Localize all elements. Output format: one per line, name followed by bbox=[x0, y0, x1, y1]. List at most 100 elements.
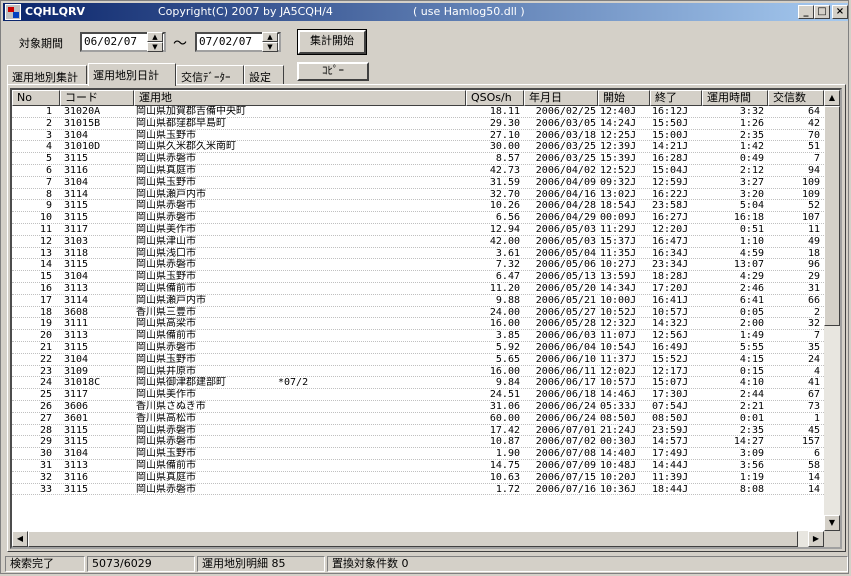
vertical-scroll-thumb[interactable] bbox=[824, 106, 840, 326]
title-bar[interactable]: CQHLQRV Copyright(C) 2007 by JA5CQH/4 ( … bbox=[3, 3, 848, 21]
table-row[interactable]: 32 3116 岡山県真庭市 10.63 2006/07/15 10:20J 11:39J 1… bbox=[12, 472, 824, 484]
table-row[interactable]: 11 3117 岡山県美作市 12.94 2006/05/03 11:29J 12:20J 0… bbox=[12, 224, 824, 236]
column-header-start[interactable]: 開始 bbox=[598, 90, 650, 106]
cell-qsos-per-hour: 12.94 bbox=[489, 223, 520, 235]
scroll-up-icon[interactable]: ▲ bbox=[824, 90, 840, 106]
cell-qso-count: 14 bbox=[807, 471, 820, 483]
table-row[interactable]: 16 3113 岡山県備前市 11.20 2006/05/20 14:34J 17:20J 2… bbox=[12, 283, 824, 295]
close-button[interactable]: × bbox=[832, 5, 848, 19]
column-header-qso-count[interactable]: 交信数 bbox=[768, 90, 824, 106]
tab-daily-by-location[interactable]: 運用地別日計 bbox=[88, 63, 176, 86]
cell-operating-time: 4:59 bbox=[739, 247, 764, 259]
tab-summary-by-location[interactable]: 運用地別集計 bbox=[7, 65, 87, 85]
table-row[interactable]: 10 3115 岡山県赤磐市 6.56 2006/04/29 00:09J 16:27J 16… bbox=[12, 212, 824, 224]
tab-settings[interactable]: 設定 bbox=[244, 65, 284, 85]
cell-operating-time: 2:35 bbox=[739, 129, 764, 141]
column-header-operating-time[interactable]: 運用時間 bbox=[702, 90, 768, 106]
table-row[interactable]: 13 3118 岡山県浅口市 3.61 2006/05/04 11:35J 16:34J 4:… bbox=[12, 248, 824, 260]
table-row[interactable]: 4 31010D 岡山県久米郡久米南町 30.00 2006/03/25 12:39J 14… bbox=[12, 141, 824, 154]
spin-down-icon[interactable]: ▼ bbox=[262, 42, 278, 52]
table-row[interactable]: 17 3114 岡山県瀬戸内市 9.88 2006/05/21 10:00J 16:41J 6… bbox=[12, 295, 824, 307]
scroll-down-icon[interactable]: ▼ bbox=[824, 515, 840, 531]
cell-end: 16:41J bbox=[652, 294, 689, 306]
cell-start: 10:20J bbox=[600, 471, 637, 483]
spin-up-icon[interactable]: ▲ bbox=[262, 32, 278, 42]
cell-end: 16:12J bbox=[652, 106, 689, 117]
table-row[interactable]: 19 3111 岡山県高梁市 16.00 2006/05/28 12:32J 14:32J 2… bbox=[12, 318, 824, 331]
horizontal-scrollbar[interactable]: ◀ ▶ bbox=[12, 531, 824, 547]
cell-operating-time: 3:09 bbox=[739, 448, 764, 460]
cell-date: 2006/06/03 bbox=[535, 330, 596, 342]
cell-no: 25 bbox=[39, 389, 52, 401]
table-row[interactable]: 28 3115 岡山県赤磐市 17.42 2006/07/01 21:24J 23:59J 2… bbox=[12, 425, 824, 437]
cell-no: 23 bbox=[39, 365, 52, 377]
scroll-left-icon[interactable]: ◀ bbox=[12, 531, 28, 547]
minimize-button[interactable]: _ bbox=[798, 5, 814, 19]
table-row[interactable]: 3 3104 岡山県玉野市 27.10 2006/03/18 12:25J 15:00J 2:… bbox=[12, 130, 824, 142]
cell-note bbox=[278, 436, 338, 447]
daily-list[interactable]: No コード 運用地 QSOs/h 年月日 開始 終了 運用時間 交信数 1 31… bbox=[10, 88, 842, 549]
table-row[interactable]: 14 3115 岡山県赤磐市 7.32 2006/05/06 10:27J 23:34J 13… bbox=[12, 259, 824, 272]
scroll-corner bbox=[824, 531, 840, 547]
date-from-spinner[interactable]: ▲ ▼ bbox=[147, 32, 163, 52]
table-row[interactable]: 18 3608 香川県三豊市 24.00 2006/05/27 10:52J 10:57J 0… bbox=[12, 307, 824, 319]
column-header-code[interactable]: コード bbox=[60, 90, 134, 106]
cell-start: 12:39J bbox=[600, 141, 637, 153]
column-header-qsos-per-hour[interactable]: QSOs/h bbox=[466, 90, 524, 106]
cell-code: 3114 bbox=[64, 188, 89, 200]
table-row[interactable]: 23 3109 岡山県井原市 16.00 2006/06/11 12:02J 12:17J 0… bbox=[12, 366, 824, 378]
table-row[interactable]: 26 3606 香川県さぬき市 31.06 2006/06/24 05:33J 07:54J… bbox=[12, 401, 824, 413]
table-row[interactable]: 24 31018C 岡山県御津郡建部町 *07/2 9.84 2006/06/17 10:5… bbox=[12, 377, 824, 390]
column-header-location[interactable]: 運用地 bbox=[134, 90, 466, 106]
table-row[interactable]: 7 3104 岡山県玉野市 31.59 2006/04/09 09:32J 12:59J 3:… bbox=[12, 177, 824, 189]
cell-no: 8 bbox=[45, 188, 52, 200]
table-row[interactable]: 12 3103 岡山県津山市 42.00 2006/05/03 15:37J 16:47J 1… bbox=[12, 236, 824, 248]
table-row[interactable]: 25 3117 岡山県美作市 24.51 2006/06/18 14:46J 17:30J 2… bbox=[12, 389, 824, 401]
cell-date: 2006/04/09 bbox=[535, 176, 596, 188]
table-row[interactable]: 9 3115 岡山県赤磐市 10.26 2006/04/28 18:54J 23:58J 5:… bbox=[12, 200, 824, 213]
table-row[interactable]: 6 3116 岡山県真庭市 42.73 2006/04/02 12:52J 15:04J 2:… bbox=[12, 165, 824, 177]
table-row[interactable]: 1 31020A 岡山県加賀郡吉備中央町 18.11 2006/02/25 12:40J 1… bbox=[12, 106, 824, 118]
cell-date: 2006/07/02 bbox=[535, 436, 596, 448]
cell-note bbox=[278, 342, 338, 353]
column-header-date[interactable]: 年月日 bbox=[524, 90, 598, 106]
cell-no: 30 bbox=[39, 448, 52, 460]
table-row[interactable]: 29 3115 岡山県赤磐市 10.87 2006/07/02 00:30J 14:57J 1… bbox=[12, 436, 824, 449]
table-row[interactable]: 30 3104 岡山県玉野市 1.90 2006/07/08 14:40J 17:49J 3:… bbox=[12, 448, 824, 460]
scroll-right-icon[interactable]: ▶ bbox=[808, 531, 824, 547]
column-header-end[interactable]: 終了 bbox=[650, 90, 702, 106]
table-row[interactable]: 20 3113 岡山県備前市 3.85 2006/06/03 11:07J 12:56J 1:… bbox=[12, 330, 824, 342]
table-row[interactable]: 5 3115 岡山県赤磐市 8.57 2006/03/25 15:39J 16:28J 0:4… bbox=[12, 153, 824, 165]
table-row[interactable]: 22 3104 岡山県玉野市 5.65 2006/06/10 11:37J 15:52J 4:… bbox=[12, 354, 824, 366]
cell-note bbox=[278, 484, 338, 495]
maximize-button[interactable]: □ bbox=[814, 5, 830, 19]
cell-qso-count: 42 bbox=[807, 117, 820, 129]
vertical-scrollbar[interactable]: ▲ ▼ bbox=[824, 90, 840, 531]
app-icon[interactable] bbox=[5, 4, 21, 20]
cell-date: 2006/07/16 bbox=[535, 483, 596, 495]
aggregate-button[interactable]: 集計開始 bbox=[297, 29, 367, 55]
spin-up-icon[interactable]: ▲ bbox=[147, 32, 163, 42]
table-row[interactable]: 21 3115 岡山県赤磐市 5.92 2006/06/04 10:54J 16:49J 5:… bbox=[12, 342, 824, 354]
table-row[interactable]: 27 3601 香川県高松市 60.00 2006/06/24 08:50J 08:50J 0… bbox=[12, 413, 824, 425]
cell-qsos-per-hour: 14.75 bbox=[489, 459, 520, 471]
cell-qsos-per-hour: 24.00 bbox=[489, 306, 520, 318]
cell-qsos-per-hour: 3.85 bbox=[495, 330, 520, 342]
table-row[interactable]: 8 3114 岡山県瀬戸内市 32.70 2006/04/16 13:02J 16:22J 3… bbox=[12, 189, 824, 201]
table-row[interactable]: 31 3113 岡山県備前市 14.75 2006/07/09 10:48J 14:44J 3… bbox=[12, 460, 824, 472]
cell-end: 17:49J bbox=[652, 448, 689, 460]
cell-qsos-per-hour: 16.00 bbox=[489, 365, 520, 377]
cell-date: 2006/03/25 bbox=[535, 141, 596, 153]
date-to-spinner[interactable]: ▲ ▼ bbox=[262, 32, 278, 52]
copy-button[interactable]: ｺﾋﾟｰ bbox=[297, 62, 369, 81]
table-row[interactable]: 33 3115 岡山県赤磐市 1.72 2006/07/16 10:36J 18:44J 8:… bbox=[12, 484, 824, 496]
cell-date: 2006/03/18 bbox=[535, 129, 596, 141]
cell-qso-count: 32 bbox=[807, 318, 820, 330]
cell-qsos-per-hour: 27.10 bbox=[489, 129, 520, 141]
spin-down-icon[interactable]: ▼ bbox=[147, 42, 163, 52]
table-row[interactable]: 2 31015B 岡山県都窪郡早島町 29.30 2006/03/05 14:24J 15:… bbox=[12, 118, 824, 130]
table-row[interactable]: 15 3104 岡山県玉野市 6.47 2006/05/13 13:59J 18:28J 4:… bbox=[12, 271, 824, 283]
horizontal-scroll-thumb[interactable] bbox=[28, 531, 798, 547]
tab-qso-data[interactable]: 交信ﾃﾞｰﾀｰ bbox=[176, 65, 244, 85]
column-header-no[interactable]: No bbox=[12, 90, 60, 106]
